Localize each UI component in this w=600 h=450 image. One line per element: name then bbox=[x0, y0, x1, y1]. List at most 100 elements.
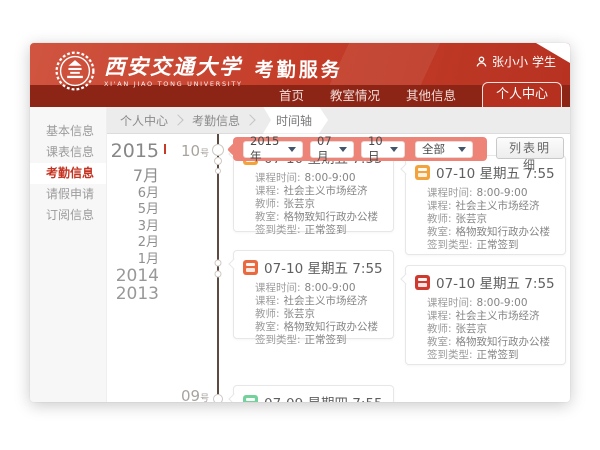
field-label: 签到类型: bbox=[255, 224, 301, 237]
top-nav: 首页 教室情况 其他信息 个人中心 bbox=[279, 82, 562, 107]
sidebar: 基本信息课表信息考勤信息请假申请订阅信息 bbox=[30, 107, 107, 402]
month-filter-value: 07月 bbox=[317, 134, 334, 164]
day-filter-value: 10日 bbox=[368, 134, 385, 164]
card-date: 07-10 星期五 7:55 bbox=[264, 257, 383, 277]
records-area: 07-10 星期五 7:55课程时间:8:00-9:00课程:社会主义市场经济教… bbox=[107, 134, 570, 402]
card-field-row: 签到类型:正常签到 bbox=[427, 349, 557, 362]
timeline-dot bbox=[214, 157, 222, 165]
field-label: 教师: bbox=[427, 213, 452, 226]
timeline-day-label: 10号 bbox=[181, 141, 215, 160]
app-header: 西安交通大学 XI'AN JIAO TONG UNIVERSITY 考勤服务 张… bbox=[30, 43, 570, 107]
timeline-month-6月[interactable]: 6月 bbox=[107, 186, 159, 202]
field-label: 教室: bbox=[427, 336, 452, 349]
field-label: 课程时间: bbox=[427, 297, 473, 310]
field-value: 正常签到 bbox=[477, 239, 519, 252]
day-number: 10 bbox=[181, 142, 200, 160]
card-field-row: 课程时间:8:00-9:00 bbox=[427, 187, 557, 200]
caret-down-icon bbox=[288, 147, 296, 152]
field-value: 格物致知行政办公楼 bbox=[284, 321, 379, 334]
field-value: 社会主义市场经济 bbox=[284, 185, 368, 198]
card-field-row: 课程时间: 8:00-9:00 bbox=[427, 297, 557, 310]
card-field-row: 教师: 张芸京 bbox=[427, 213, 557, 226]
sidebar-item-订阅信息[interactable]: 订阅信息 bbox=[30, 205, 106, 226]
field-label: 课程时间: bbox=[255, 172, 301, 185]
field-value: 正常签到 bbox=[477, 349, 519, 362]
type-filter-dropdown[interactable]: 全部 bbox=[415, 141, 473, 158]
chevron-right-icon bbox=[244, 114, 255, 125]
sidebar-item-考勤信息[interactable]: 考勤信息 bbox=[30, 163, 106, 184]
field-label: 教室: bbox=[255, 321, 280, 334]
card-field-row: 签到类型:正常签到 bbox=[255, 334, 385, 347]
day-number: 09 bbox=[181, 387, 200, 402]
year-filter-dropdown[interactable]: 2015年 bbox=[243, 141, 303, 158]
day-filter-dropdown[interactable]: 10日 bbox=[361, 141, 405, 158]
card-date: 07-09 星期四 7:55 bbox=[264, 392, 383, 402]
field-label: 课程: bbox=[255, 295, 280, 308]
card-field-row: 教师:张芸京 bbox=[255, 198, 385, 211]
card-date: 07-10 星期五 7:55 bbox=[436, 272, 555, 292]
attendance-type-icon bbox=[243, 260, 258, 275]
card-field-row: 教室:格物致知行政办公楼 bbox=[427, 336, 557, 349]
card-fields: 课程时间: 8:00-9:00 课程: 社会主义市场经济教师:张芸京教室:格物致知行政… bbox=[406, 294, 565, 369]
timeline-day-label: 09号 bbox=[181, 386, 215, 402]
sidebar-item-基本信息[interactable]: 基本信息 bbox=[30, 121, 106, 142]
nav-item-其他信息[interactable]: 其他信息 bbox=[406, 85, 456, 107]
card-field-row: 教室: 格物致知行政办公楼 bbox=[255, 211, 385, 224]
timeline-year-2014[interactable]: 2014 bbox=[107, 268, 159, 286]
nav-item-教室情况[interactable]: 教室情况 bbox=[330, 85, 380, 107]
timeline-month-1月[interactable]: 1月 bbox=[107, 252, 159, 268]
card-field-row: 课程时间: 8:00-9:00 bbox=[255, 172, 385, 185]
timeline-month-5月[interactable]: 5月 bbox=[107, 202, 159, 218]
list-detail-button[interactable]: 列表明细 bbox=[496, 137, 564, 159]
timeline-dot bbox=[215, 260, 222, 267]
card-header: 07-10 星期五 7:55 bbox=[234, 251, 393, 279]
timeline-month-2月[interactable]: 2月 bbox=[107, 235, 159, 251]
breadcrumb-item-考勤信息[interactable]: 考勤信息 bbox=[189, 112, 243, 129]
timeline-line bbox=[217, 134, 219, 402]
timeline-panel: 20157月6月5月3月2月1月20142013 10号 09号 2015年 bbox=[107, 134, 570, 402]
attendance-type-icon bbox=[243, 395, 258, 403]
field-value: 社会主义市场经济 bbox=[456, 200, 540, 213]
field-value: 8:00-9:00 bbox=[477, 297, 528, 310]
card-field-row: 课程: 社会主义市场经济 bbox=[427, 310, 557, 323]
attendance-card: 07-09 星期四 7:55 bbox=[233, 385, 394, 402]
app-body: 基本信息课表信息考勤信息请假申请订阅信息 个人中心考勤信息时间轴 20157月6… bbox=[30, 107, 570, 402]
breadcrumb: 个人中心 考勤信息 时间轴 bbox=[107, 107, 570, 134]
breadcrumb-item-时间轴[interactable]: 时间轴 bbox=[263, 107, 328, 134]
timeline-year-2015[interactable]: 2015 bbox=[107, 140, 159, 162]
breadcrumb-item-个人中心[interactable]: 个人中心 bbox=[117, 112, 171, 129]
field-label: 课程: bbox=[427, 200, 452, 213]
year-filter-value: 2015年 bbox=[250, 134, 283, 164]
chevron-right-icon bbox=[172, 114, 183, 125]
field-label: 课程: bbox=[427, 310, 452, 323]
field-value: 格物致知行政办公楼 bbox=[284, 211, 379, 224]
timeline-month-7月[interactable]: 7月 bbox=[107, 162, 159, 186]
user-role: 学生 bbox=[532, 53, 556, 70]
app-window: 西安交通大学 XI'AN JIAO TONG UNIVERSITY 考勤服务 张… bbox=[30, 43, 570, 402]
field-value: 张芸京 bbox=[456, 213, 488, 226]
timeline-dot bbox=[215, 271, 222, 278]
field-value: 社会主义市场经济 bbox=[456, 310, 540, 323]
field-value: 社会主义市场经济 bbox=[284, 295, 368, 308]
user-name: 张小小 bbox=[492, 53, 528, 70]
timeline-month-3月[interactable]: 3月 bbox=[107, 219, 159, 235]
card-field-row: 教师:张芸京 bbox=[427, 323, 557, 336]
sidebar-item-课表信息[interactable]: 课表信息 bbox=[30, 142, 106, 163]
month-filter-dropdown[interactable]: 07月 bbox=[310, 141, 354, 158]
field-value: 8:00-9:00 bbox=[305, 172, 356, 185]
nav-item-首页[interactable]: 首页 bbox=[279, 85, 304, 107]
nav-item-个人中心[interactable]: 个人中心 bbox=[482, 82, 562, 107]
sidebar-item-请假申请[interactable]: 请假申请 bbox=[30, 184, 106, 205]
timeline-year-2013[interactable]: 2013 bbox=[107, 286, 159, 304]
university-name: 西安交通大学 bbox=[104, 55, 243, 79]
field-label: 教室: bbox=[255, 211, 280, 224]
caret-down-icon bbox=[339, 147, 347, 152]
user-info[interactable]: 张小小 学生 bbox=[475, 53, 556, 70]
card-field-row: 签到类型:正常签到 bbox=[427, 239, 557, 252]
card-field-row: 课程:社会主义市场经济 bbox=[255, 185, 385, 198]
card-field-row: 教室:格物致知行政办公楼 bbox=[427, 226, 557, 239]
card-header: 07-10 星期五 7:55 bbox=[406, 266, 565, 294]
filter-bar: 2015年 07月 10日 全部 bbox=[233, 137, 487, 161]
field-label: 教室: bbox=[427, 226, 452, 239]
card-fields: 课程时间: 8:00-9:00课程:社会主义市场经济教师:张芸京教室: 格物致知行政… bbox=[234, 169, 393, 244]
